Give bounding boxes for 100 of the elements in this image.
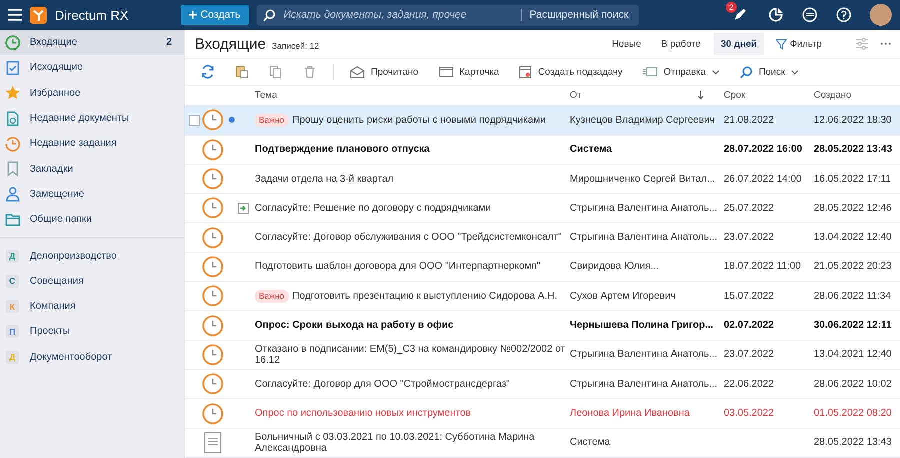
- created-date: 12.06.2022 18:30: [814, 114, 893, 126]
- sender-text: Стрыгина Валентина Анатоль...: [570, 202, 719, 214]
- table-row[interactable]: Согласуйте: Решение по договору с подрядчиками Стрыгина Валентина Анатоль... 25.07.2022 28.05.2022 12:46: [185, 194, 900, 224]
- clock-icon: [202, 373, 224, 396]
- subject-text: Подготовить шаблон договора для ООО "Интерпартнеркомп": [255, 261, 541, 272]
- column-header[interactable]: Тема: [253, 90, 570, 101]
- advanced-search-button[interactable]: Расширенный поиск: [520, 9, 633, 21]
- due-date: 03.05.2022: [724, 408, 774, 420]
- item-count: 2: [166, 37, 172, 48]
- sidebar-item[interactable]: Общие папки: [0, 207, 184, 232]
- subject-text: Задачи отдела на 3-й квартал: [255, 174, 394, 185]
- toolbar-button[interactable]: Прочитано: [342, 66, 426, 78]
- clock-icon: [202, 285, 224, 308]
- sidebar-item[interactable]: Недавние документы: [0, 106, 184, 132]
- filter-tab[interactable]: 30 дней: [714, 33, 764, 56]
- table-row[interactable]: Подготовить шаблон договора для ООО "Интерпартнеркомп" Свиридова Юлия... 18.07.2022 11:00 21.05.2022 20:23: [185, 252, 900, 282]
- table-row[interactable]: Важно Подготовить презентацию к выступлению Сидорова А.Н. Сухов Артем Игоревич 15.07.2022 28.06.2022 11:34: [185, 282, 900, 312]
- person-icon: [5, 186, 21, 202]
- column-header[interactable]: Создано: [814, 90, 900, 101]
- table-row[interactable]: Согласуйте: Договор обслуживания с ООО "Трейдсистемконсалт" Стрыгина Валентина Анатоль... 23.07.2022 13.04.2022 12:40: [185, 223, 900, 253]
- created-date: 28.06.2022 10:02: [814, 378, 893, 390]
- sender-text: Свиридова Юлия...: [570, 261, 660, 272]
- clock-icon: [202, 168, 224, 190]
- due-date: 23.07.2022: [724, 349, 774, 360]
- sender-text: Леонова Ирина Ивановна: [570, 408, 691, 420]
- subject-text: Подготовить презентацию к выступлению Сидорова А.Н.: [292, 290, 558, 302]
- toolbar-button[interactable]: Карточка: [430, 66, 508, 78]
- subject-text: Согласуйте: Договор обслуживания с ООО "Трейдсистемконсалт": [255, 232, 562, 244]
- search-icon: [740, 66, 753, 78]
- sender-text: Стрыгина Валентина Анатоль...: [570, 349, 719, 360]
- sidebar-item[interactable]: Избранное: [0, 80, 184, 106]
- tag: Важно: [255, 114, 289, 127]
- table-row[interactable]: Согласуйте: Договор для ООО "Строймострансдергаз" Стрыгина Валентина Анатоль... 22.06.2022 28.06.2022 10:02: [185, 370, 900, 400]
- search-icon: [262, 8, 276, 22]
- new-icon[interactable]: [802, 7, 818, 23]
- filter-tab[interactable]: Новые: [605, 33, 648, 56]
- module-item[interactable]: Д Делопроизводство: [0, 243, 184, 269]
- table-row[interactable]: Больничный с 03.03.2021 по 10.03.2021: Субботина Марина Александровна Система 28.05.2022 13:43: [185, 428, 900, 458]
- table-row[interactable]: Подтверждение планового отпуска Система 28.07.2022 16:00 28.05.2022 13:43: [185, 136, 900, 165]
- column-header[interactable]: Срок: [724, 90, 814, 101]
- created-date: 13.04.2022 12:40: [814, 232, 893, 244]
- module-item[interactable]: К Компания: [0, 294, 184, 320]
- filter-tab[interactable]: В работе: [654, 33, 708, 56]
- module-letter-icon: Д: [6, 350, 19, 364]
- search-field[interactable]: Искать документы, задания, прочее Расширенный поиск: [256, 4, 639, 26]
- due-date: 23.07.2022: [724, 232, 774, 244]
- sidebar-item[interactable]: Замещение: [0, 182, 184, 208]
- menu-icon[interactable]: [8, 9, 22, 21]
- created-date: 28.05.2022 13:43: [814, 437, 893, 448]
- module-item[interactable]: П Проекты: [0, 319, 184, 345]
- due-date: 22.06.2022: [724, 378, 774, 390]
- refresh-icon[interactable]: [201, 65, 215, 79]
- sidebar-item[interactable]: Закладки: [0, 156, 184, 182]
- module-letter-icon: К: [6, 300, 19, 314]
- chart-icon[interactable]: [768, 7, 784, 23]
- help-icon[interactable]: [836, 7, 852, 23]
- app-name: Directum RX: [55, 8, 129, 22]
- table-row[interactable]: Отказано в подписании: ЕМ(5)_С3 на командировку №002/2002 от 16.12 Стрыгина Валентина Анатоль... 23.07.2022 13.04.2021 12:40: [185, 340, 900, 370]
- module-letter-icon: Д: [6, 250, 19, 263]
- toolbar-button[interactable]: Создать подзадачу: [511, 65, 631, 79]
- module-item[interactable]: С Совещания: [0, 268, 184, 294]
- table-row[interactable]: Опрос по использованию новых инструментов Леонова Ирина Ивановна 03.05.2022 01.05.2022 08:20: [185, 399, 900, 429]
- sidebar-item[interactable]: Исходящие: [0, 55, 184, 81]
- bookmark-icon: [5, 161, 21, 178]
- table-row[interactable]: Задачи отдела на 3-й квартал Мирошниченко Сергей Витал... 26.07.2022 14:00 16.05.2022 17:11: [185, 164, 900, 194]
- send-icon: [642, 66, 658, 78]
- filter-button[interactable]: Фильтр: [770, 38, 828, 51]
- create-button[interactable]: Создать: [180, 5, 249, 25]
- avatar[interactable]: [870, 4, 892, 26]
- toolbar-button[interactable]: Поиск: [732, 66, 808, 78]
- filter-icon: [776, 38, 788, 50]
- created-date: 28.05.2022 12:46: [814, 202, 893, 214]
- clock-icon: [202, 226, 224, 249]
- table-row[interactable]: Опрос: Сроки выхода на работу в офис Чернышева Полина Григор... 02.07.2022 30.06.2022 12:11: [185, 311, 900, 341]
- subject-text: Отказано в подписании: ЕМ(5)_С3 на командировку №002/2002 от 16.12: [255, 344, 566, 366]
- sidebar-item[interactable]: Недавние задания: [0, 131, 184, 156]
- checkbox[interactable]: [189, 114, 200, 126]
- pen-icon[interactable]: [732, 7, 748, 23]
- subject-text: Подтверждение планового отпуска: [255, 144, 430, 156]
- toolbar-button[interactable]: Отправка: [634, 66, 728, 78]
- subject-text: Прошу оценить риски работы с новыми подрядчиками: [292, 114, 546, 126]
- sort-arrow-icon[interactable]: [698, 90, 704, 100]
- created-date: 30.06.2022 12:11: [814, 320, 893, 332]
- card-icon: [438, 66, 454, 78]
- sender-text: Стрыгина Валентина Анатоль...: [570, 232, 719, 244]
- page-title: Входящие: [195, 36, 266, 53]
- table-row[interactable]: Важно Прошу оценить риски работы с новыми подрядчиками Кузнецов Владимир Сергеевич 21.08.2022 12.06.2022 18:30: [185, 106, 900, 136]
- due-date: 28.07.2022 16:00: [724, 144, 802, 156]
- record-count: Записей: 12: [272, 40, 320, 51]
- paste-icon[interactable]: [235, 65, 249, 79]
- sidebar-item[interactable]: Входящие 2: [0, 30, 184, 56]
- module-item[interactable]: Д Документооборот: [0, 344, 184, 370]
- column-header[interactable]: От: [570, 90, 582, 101]
- clock-icon: [5, 136, 21, 152]
- subject-text: Согласуйте: Договор для ООО "Строймострансдергаз": [255, 378, 510, 390]
- logo-icon: [30, 6, 47, 24]
- created-date: 28.06.2022 11:34: [814, 290, 892, 302]
- envelope-icon: [350, 66, 365, 78]
- caret-icon: [791, 70, 800, 74]
- more-icon[interactable]: [880, 42, 892, 46]
